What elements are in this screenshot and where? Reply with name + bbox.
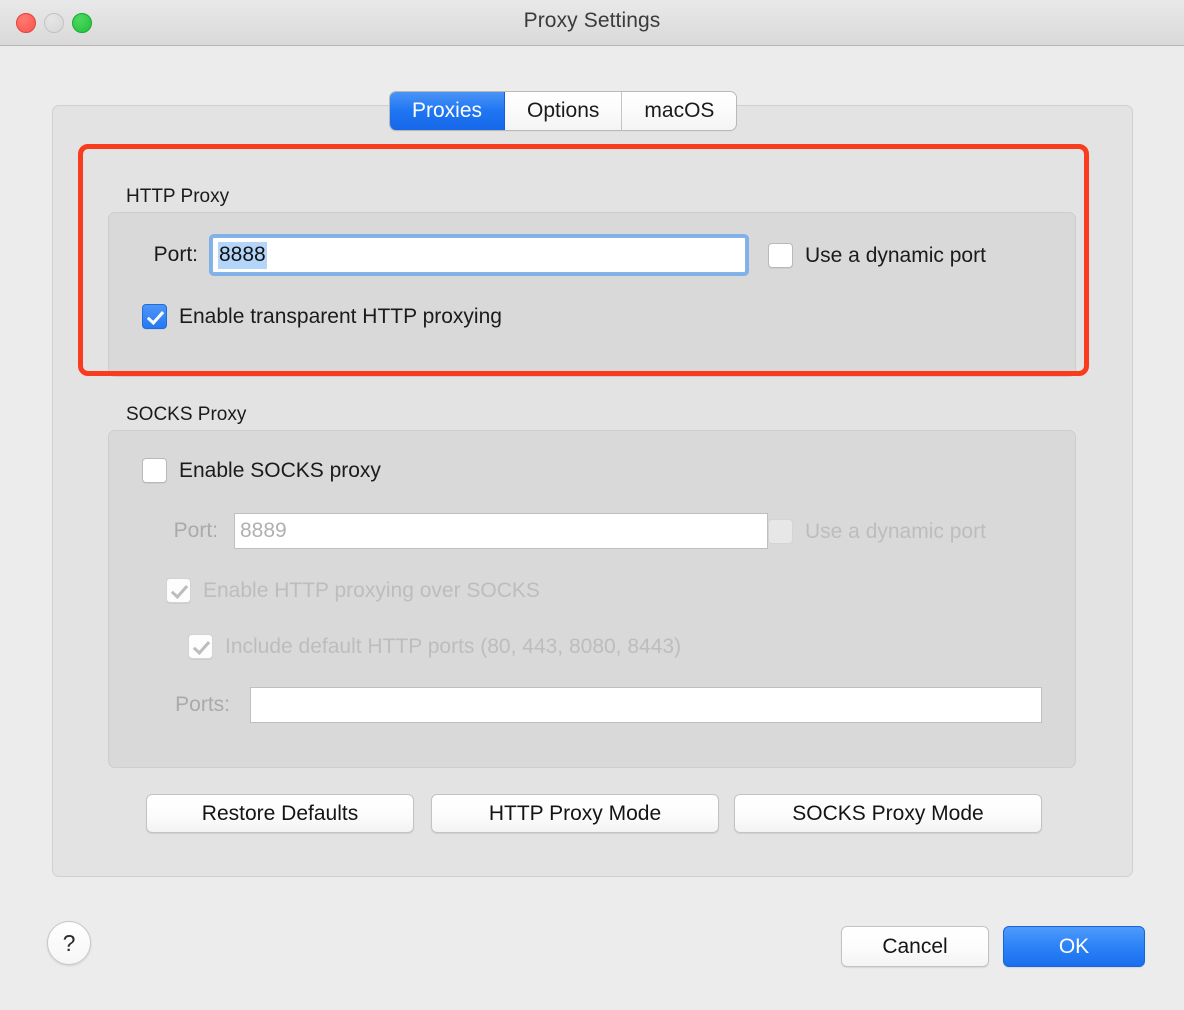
http-transparent-label: Enable transparent HTTP proxying bbox=[179, 304, 502, 328]
help-button[interactable]: ? bbox=[47, 921, 91, 965]
tab-proxies[interactable]: Proxies bbox=[390, 92, 506, 130]
cancel-button[interactable]: Cancel bbox=[841, 926, 989, 967]
socks-enable-row[interactable]: Enable SOCKS proxy bbox=[142, 458, 381, 483]
proxy-settings-window: Proxy Settings Proxies Options macOS HTT… bbox=[0, 0, 1184, 1010]
socks-port-row: Port: 8889 bbox=[160, 513, 768, 549]
socks-enable-checkbox[interactable] bbox=[142, 458, 167, 483]
http-port-label: Port: bbox=[153, 243, 198, 266]
http-dynamic-port-checkbox[interactable] bbox=[768, 243, 793, 268]
socks-default-ports-label: Include default HTTP ports (80, 443, 808… bbox=[225, 634, 682, 658]
socks-port-label: Port: bbox=[173, 519, 218, 542]
http-port-row: Port: 8888 bbox=[138, 237, 746, 273]
socks-http-over-socks-label: Enable HTTP proxying over SOCKS bbox=[203, 578, 540, 602]
socks-dynamic-port-row: Use a dynamic port bbox=[768, 519, 986, 544]
restore-defaults-button[interactable]: Restore Defaults bbox=[146, 794, 414, 833]
socks-http-over-socks-row: Enable HTTP proxying over SOCKS bbox=[166, 578, 540, 603]
http-dynamic-port-label: Use a dynamic port bbox=[805, 243, 986, 267]
window-titlebar: Proxy Settings bbox=[0, 0, 1184, 46]
socks-proxy-group-label: SOCKS Proxy bbox=[126, 404, 247, 425]
http-port-input[interactable]: 8888 bbox=[212, 237, 746, 273]
http-proxy-group-label: HTTP Proxy bbox=[126, 186, 230, 207]
socks-ports-label: Ports: bbox=[175, 693, 230, 716]
socks-default-ports-checkbox bbox=[188, 634, 213, 659]
socks-default-ports-row: Include default HTTP ports (80, 443, 808… bbox=[188, 634, 681, 659]
http-transparent-row[interactable]: Enable transparent HTTP proxying bbox=[142, 304, 502, 329]
socks-http-over-socks-checkbox bbox=[166, 578, 191, 603]
socks-port-placeholder: 8889 bbox=[240, 519, 287, 542]
socks-ports-input[interactable] bbox=[250, 687, 1042, 723]
socks-ports-row: Ports: bbox=[160, 687, 1042, 723]
ok-button[interactable]: OK bbox=[1003, 926, 1145, 967]
window-title: Proxy Settings bbox=[523, 9, 661, 32]
socks-enable-label: Enable SOCKS proxy bbox=[179, 458, 381, 482]
http-port-value: 8888 bbox=[218, 241, 267, 269]
http-proxy-mode-button[interactable]: HTTP Proxy Mode bbox=[431, 794, 719, 833]
socks-dynamic-port-label: Use a dynamic port bbox=[805, 519, 986, 543]
tab-options[interactable]: Options bbox=[505, 92, 623, 130]
socks-dynamic-port-checkbox bbox=[768, 519, 793, 544]
tab-bar: Proxies Options macOS bbox=[390, 92, 737, 130]
http-transparent-checkbox[interactable] bbox=[142, 304, 167, 329]
socks-port-input[interactable]: 8889 bbox=[234, 513, 768, 549]
http-dynamic-port-row[interactable]: Use a dynamic port bbox=[768, 243, 986, 268]
socks-proxy-mode-button[interactable]: SOCKS Proxy Mode bbox=[734, 794, 1042, 833]
tab-macos[interactable]: macOS bbox=[622, 92, 737, 130]
